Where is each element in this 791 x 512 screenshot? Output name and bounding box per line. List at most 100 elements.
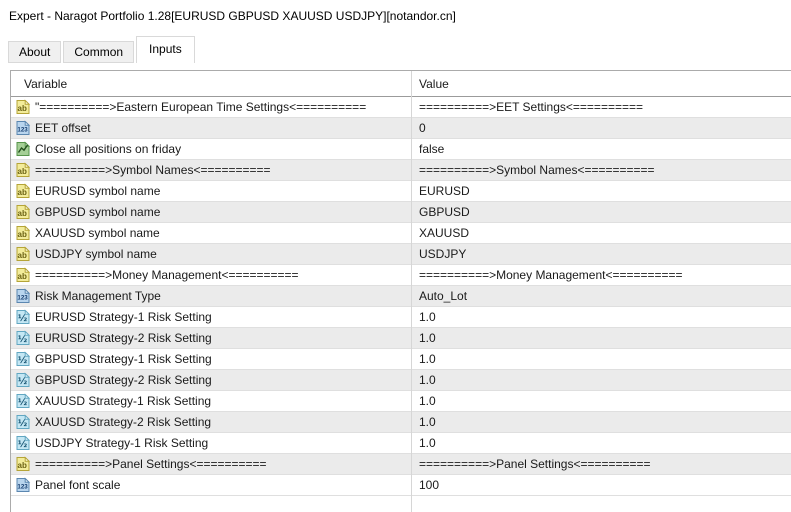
input-row[interactable]: ab GBPUSD symbol name GBPUSD [11,202,791,223]
value-cell[interactable]: 1.0 [411,328,791,349]
input-row[interactable]: ab ==========>Money Management<=========… [11,265,791,286]
variable-value[interactable]: ==========>Symbol Names<========== [419,160,791,180]
input-row[interactable]: ½ GBPUSD Strategy-1 Risk Setting 1.0 [11,349,791,370]
variable-value[interactable]: USDJPY [419,244,791,264]
input-row[interactable]: ab ==========>Symbol Names<========== ==… [11,160,791,181]
half-fraction-double-icon: ½ [15,372,31,388]
variable-cell: Close all positions on friday [11,139,411,160]
column-divider[interactable] [411,71,412,512]
ab-string-icon: ab [15,204,31,220]
input-row[interactable]: ½ USDJPY Strategy-1 Risk Setting 1.0 [11,433,791,454]
value-cell[interactable]: ==========>Symbol Names<========== [411,160,791,181]
variable-value[interactable]: ==========>Panel Settings<========== [419,454,791,474]
ab-string-icon: ab [15,99,31,115]
variable-cell: ½ EURUSD Strategy-1 Risk Setting [11,307,411,328]
variable-value[interactable]: 1.0 [419,433,791,453]
input-row[interactable]: ab USDJPY symbol name USDJPY [11,244,791,265]
value-cell[interactable]: ==========>EET Settings<========== [411,97,791,118]
input-row[interactable]: 123 EET offset 0 [11,118,791,139]
variable-value[interactable]: 1.0 [419,412,791,432]
input-row[interactable]: ½ EURUSD Strategy-2 Risk Setting 1.0 [11,328,791,349]
bool-chart-icon [15,141,31,157]
value-cell[interactable]: 1.0 [411,433,791,454]
input-row[interactable]: ½ XAUUSD Strategy-2 Risk Setting 1.0 [11,412,791,433]
column-header-variable[interactable]: Variable [11,77,411,91]
svg-text:ab: ab [18,251,27,260]
variable-value[interactable]: 1.0 [419,307,791,327]
value-cell[interactable]: ==========>Panel Settings<========== [411,454,791,475]
variable-value[interactable]: 100 [419,475,791,495]
half-fraction-double-icon: ½ [15,309,31,325]
variable-name: "==========>Eastern European Time Settin… [35,100,367,114]
tab-bar: About Common Inputs [8,36,197,63]
value-cell[interactable]: 1.0 [411,391,791,412]
svg-text:ab: ab [18,272,27,281]
variable-value[interactable]: ==========>Money Management<========== [419,265,791,285]
value-cell[interactable]: 1.0 [411,412,791,433]
input-row[interactable]: 123 Panel font scale 100 [11,475,791,496]
svg-text:ab: ab [18,104,27,113]
input-row[interactable]: ab ==========>Panel Settings<========== … [11,454,791,475]
input-row[interactable]: ½ EURUSD Strategy-1 Risk Setting 1.0 [11,307,791,328]
table-body: ab "==========>Eastern European Time Set… [11,97,791,496]
input-row[interactable]: ab XAUUSD symbol name XAUUSD [11,223,791,244]
input-row[interactable]: Close all positions on friday false [11,139,791,160]
input-row[interactable]: 123 Risk Management Type Auto_Lot [11,286,791,307]
value-cell[interactable]: Auto_Lot [411,286,791,307]
column-header-value[interactable]: Value [411,77,791,91]
value-cell[interactable]: XAUUSD [411,223,791,244]
tab-about[interactable]: About [8,41,62,63]
variable-value[interactable]: 1.0 [419,391,791,411]
value-cell[interactable]: EURUSD [411,181,791,202]
variable-cell: ab ==========>Money Management<=========… [11,265,411,286]
variable-value[interactable]: false [419,139,791,159]
svg-text:½: ½ [18,418,27,429]
variable-value[interactable]: ==========>EET Settings<========== [419,97,791,117]
input-row[interactable]: ab "==========>Eastern European Time Set… [11,97,791,118]
123-integer-icon: 123 [15,477,31,493]
variable-name: Panel font scale [35,478,121,492]
svg-text:123: 123 [17,483,28,490]
variable-name: ==========>Symbol Names<========== [35,163,271,177]
input-row[interactable]: ab EURUSD symbol name EURUSD [11,181,791,202]
value-cell[interactable]: ==========>Money Management<========== [411,265,791,286]
tab-inputs[interactable]: Inputs [136,36,195,63]
variable-name: Close all positions on friday [35,142,182,156]
value-cell[interactable]: GBPUSD [411,202,791,223]
tab-common[interactable]: Common [63,41,135,63]
input-row[interactable]: ½ XAUUSD Strategy-1 Risk Setting 1.0 [11,391,791,412]
variable-name: EET offset [35,121,91,135]
variable-cell: ab ==========>Symbol Names<========== [11,160,411,181]
variable-value[interactable]: XAUUSD [419,223,791,243]
ab-string-icon: ab [15,246,31,262]
value-cell[interactable]: 100 [411,475,791,496]
variable-cell: ab "==========>Eastern European Time Set… [11,97,411,118]
dialog-title: Expert - Naragot Portfolio 1.28[EURUSD G… [9,9,456,23]
value-cell[interactable]: 1.0 [411,370,791,391]
variable-name: EURUSD Strategy-2 Risk Setting [35,331,212,345]
variable-name: ==========>Money Management<========== [35,268,299,282]
ab-string-icon: ab [15,267,31,283]
variable-value[interactable]: Auto_Lot [419,286,791,306]
value-cell[interactable]: 1.0 [411,307,791,328]
variable-name: XAUUSD Strategy-2 Risk Setting [35,415,212,429]
svg-text:ab: ab [18,188,27,197]
variable-value[interactable]: 1.0 [419,370,791,390]
variable-value[interactable]: GBPUSD [419,202,791,222]
variable-value[interactable]: 1.0 [419,328,791,348]
input-row[interactable]: ½ GBPUSD Strategy-2 Risk Setting 1.0 [11,370,791,391]
variable-value[interactable]: EURUSD [419,181,791,201]
variable-value[interactable]: 1.0 [419,349,791,369]
variable-cell: 123 Risk Management Type [11,286,411,307]
value-cell[interactable]: 0 [411,118,791,139]
variable-name: ==========>Panel Settings<========== [35,457,267,471]
value-cell[interactable]: false [411,139,791,160]
variable-cell: ½ GBPUSD Strategy-1 Risk Setting [11,349,411,370]
value-cell[interactable]: USDJPY [411,244,791,265]
variable-name: GBPUSD Strategy-1 Risk Setting [35,352,212,366]
value-cell[interactable]: 1.0 [411,349,791,370]
svg-text:½: ½ [18,376,27,387]
half-fraction-double-icon: ½ [15,351,31,367]
ab-string-icon: ab [15,162,31,178]
variable-value[interactable]: 0 [419,118,791,138]
